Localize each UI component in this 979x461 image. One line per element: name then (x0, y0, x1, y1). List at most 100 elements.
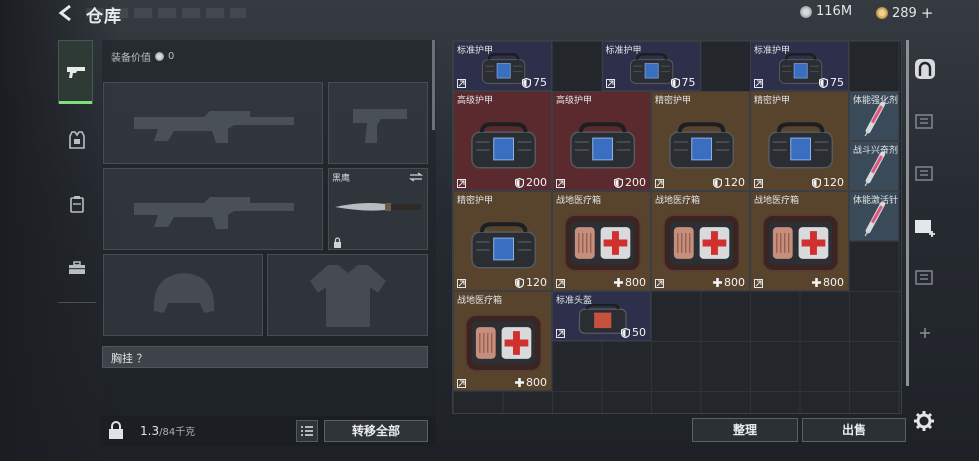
equipment-panel: 装备价值 0 黑鹰 (102, 40, 436, 452)
medkit-icon (564, 214, 641, 272)
storage-item[interactable]: 战地医疗箱 800 (651, 191, 750, 291)
item-name: 战地医疗箱 (556, 196, 602, 206)
transfer-icon (754, 179, 763, 188)
storage-tab-5[interactable] (910, 262, 940, 292)
item-name: 高级护甲 (457, 96, 494, 106)
tab-toolbox[interactable] (61, 252, 93, 284)
armor-value-icon (713, 177, 722, 188)
transfer-icon (556, 329, 565, 338)
transfer-icon (457, 379, 466, 388)
rifle-placeholder-icon (134, 111, 294, 143)
gold-coin-icon (876, 7, 888, 19)
item-name: 体能激活针 (853, 196, 899, 206)
storage-item[interactable]: 体能强化剂 (849, 91, 899, 141)
add-storage-button[interactable] (910, 318, 940, 348)
swap-icon[interactable] (409, 172, 423, 182)
storage-tab-3[interactable] (910, 158, 940, 188)
storage-item[interactable]: 战地医疗箱 800 (552, 191, 651, 291)
storage-item[interactable]: 标准头盔 50 (552, 291, 651, 341)
rifle-placeholder-icon (134, 197, 294, 229)
gold-currency[interactable]: 289 + (876, 4, 933, 22)
armor-slot[interactable] (267, 254, 428, 336)
plus-icon (920, 328, 930, 338)
item-name: 标准头盔 (556, 296, 593, 306)
transfer-icon (457, 279, 466, 288)
melee-slot[interactable]: 黑鹰 (328, 168, 428, 250)
equipment-value: 装备价值 0 (111, 49, 174, 64)
add-gold-icon[interactable]: + (921, 4, 934, 22)
armor-value-icon (515, 277, 524, 288)
vest-icon (69, 131, 85, 149)
storage-item[interactable]: 高级护甲 200 (552, 91, 651, 191)
storage-tab-main[interactable] (910, 54, 940, 84)
armor-value-icon (621, 327, 630, 338)
storage-item[interactable]: 精密护甲 120 (651, 91, 750, 191)
helmet-slot[interactable] (103, 254, 263, 336)
storage-item[interactable]: 体能激活针 (849, 191, 899, 241)
weight-capacity: /84千克 (159, 427, 196, 438)
tab-armor[interactable] (61, 124, 93, 156)
secondary-weapon-slot[interactable] (103, 168, 323, 250)
storage-item[interactable]: 高级护甲 200 (453, 91, 552, 191)
storage-item[interactable]: 精密护甲 120 (453, 191, 552, 291)
gold-amount: 289 (892, 5, 917, 21)
storage-scrollbar[interactable] (906, 40, 909, 386)
item-value-number: 800 (724, 276, 745, 289)
item-value: 75 (819, 76, 844, 89)
heal-value-icon (614, 278, 623, 287)
primary-weapon-slot[interactable] (103, 82, 323, 164)
heal-value-icon (812, 278, 821, 287)
item-value: 200 (515, 176, 547, 189)
storage-item[interactable]: 战地医疗箱 800 (453, 291, 552, 391)
armor-bag-icon (669, 122, 734, 169)
transfer-icon (457, 79, 466, 88)
item-value: 800 (713, 276, 745, 289)
list-view-button[interactable] (296, 420, 318, 442)
item-value-number: 75 (533, 76, 547, 89)
transfer-icon (556, 179, 565, 188)
transfer-icon (556, 279, 565, 288)
backpack-bar: 1.3/84千克 转移全部 (100, 416, 436, 446)
storage-item[interactable]: 标准护甲 75 (750, 41, 849, 91)
sidebar-divider (58, 302, 96, 303)
tab-weapons[interactable] (58, 40, 93, 104)
item-name: 精密护甲 (457, 196, 494, 206)
storage-tab-2[interactable] (910, 106, 940, 136)
top-bar: 仓库 116M 289 + (0, 0, 979, 27)
sell-button[interactable]: 出售 (802, 418, 906, 442)
pistol-slot[interactable] (328, 82, 428, 164)
pistol-icon (66, 67, 85, 78)
armor-bag-icon (768, 122, 833, 169)
silver-coin-icon (800, 5, 812, 18)
item-value-number: 800 (823, 276, 844, 289)
back-arrow-icon[interactable] (56, 3, 76, 23)
storage-item[interactable]: 战地医疗箱 800 (750, 191, 849, 291)
medkit-icon (663, 214, 740, 272)
item-name: 精密护甲 (754, 96, 791, 106)
chest-rig-slot[interactable]: 胸挂 ？ (102, 346, 428, 368)
lock-icon[interactable] (108, 421, 124, 439)
equipment-scrollbar[interactable] (432, 40, 435, 130)
storage-tab-4[interactable] (910, 212, 940, 242)
storage-item[interactable]: 精密护甲 120 (750, 91, 849, 191)
item-value: 75 (522, 76, 547, 89)
item-value-number: 120 (724, 176, 745, 189)
sort-button[interactable]: 整理 (692, 418, 798, 442)
storage-box-icon (915, 270, 933, 285)
tab-backpack[interactable] (61, 188, 93, 220)
toolbox-icon (69, 261, 85, 274)
move-all-button[interactable]: 转移全部 (324, 420, 428, 442)
storage-item[interactable]: 标准护甲 75 (601, 41, 701, 91)
item-value: 50 (621, 326, 646, 339)
item-value-number: 200 (526, 176, 547, 189)
medkit-icon (465, 314, 542, 372)
backpack-icon (70, 196, 84, 213)
storage-item[interactable]: 战斗兴奋剂 (849, 141, 899, 191)
item-name: 高级护甲 (556, 96, 593, 106)
settings-gear-icon[interactable] (913, 410, 935, 432)
item-value-number: 120 (526, 276, 547, 289)
item-value: 800 (614, 276, 646, 289)
item-value-number: 75 (681, 76, 696, 89)
storage-item[interactable]: 标准护甲 75 (453, 41, 552, 91)
item-name: 标准护甲 (605, 46, 642, 56)
